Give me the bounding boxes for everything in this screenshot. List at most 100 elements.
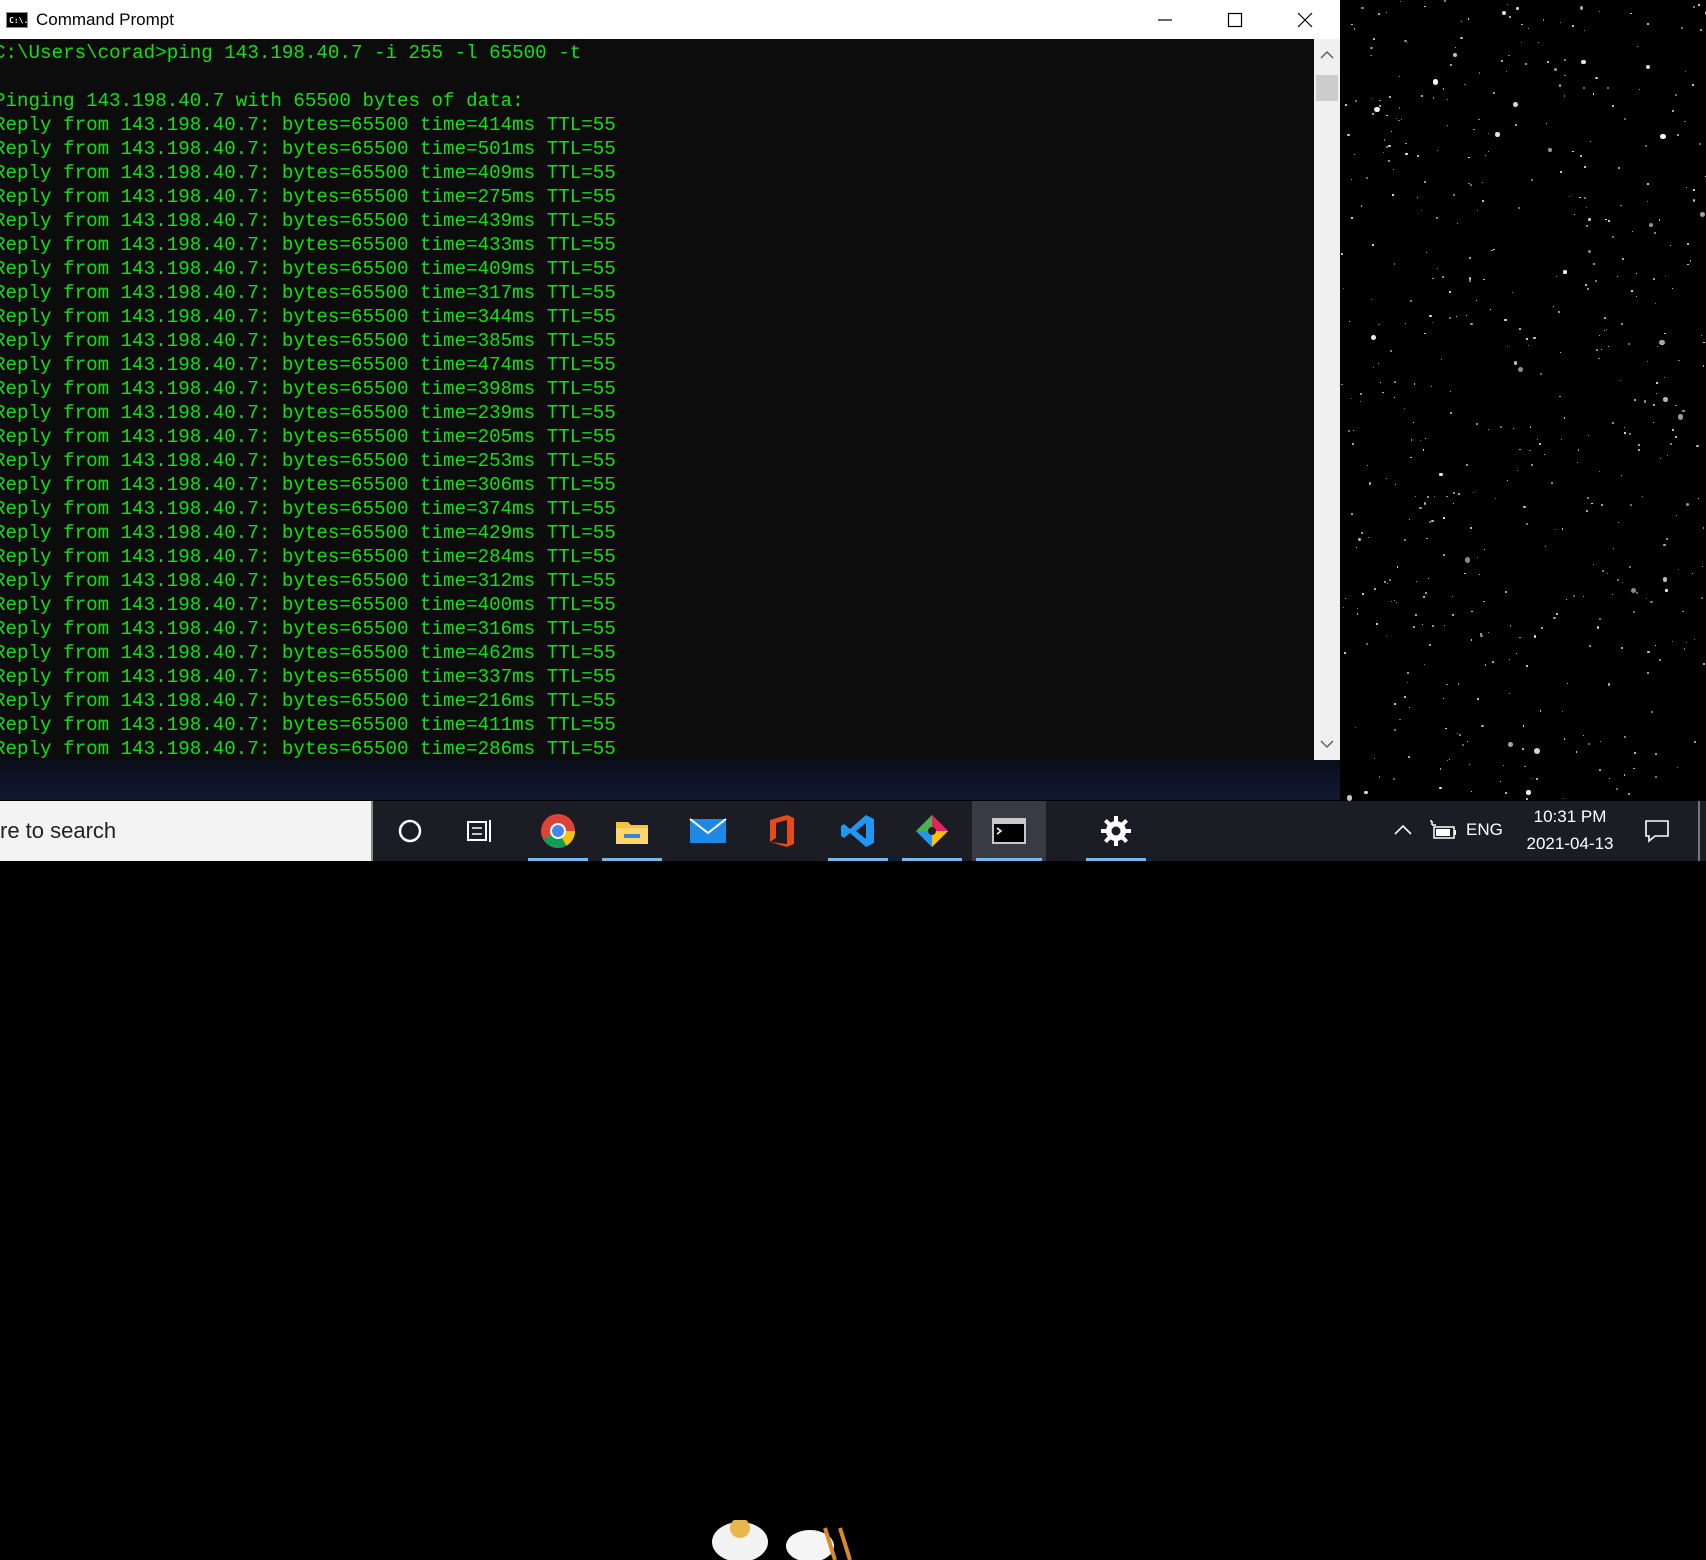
star (1571, 24, 1574, 27)
star (1512, 292, 1514, 294)
star (1676, 134, 1679, 136)
star (1623, 118, 1626, 121)
star (1598, 334, 1601, 337)
star (1484, 664, 1487, 666)
star (1413, 422, 1415, 423)
taskbar-git[interactable] (898, 801, 966, 861)
command-prompt-window[interactable]: C:\. Command Prompt C:\Users\corad>ping … (0, 0, 1340, 760)
taskbar-office[interactable] (748, 801, 816, 861)
star (1425, 252, 1427, 254)
battery-icon[interactable] (1428, 817, 1458, 845)
star (1371, 298, 1373, 300)
star (1451, 595, 1453, 597)
star (1606, 329, 1608, 331)
vertical-scrollbar[interactable] (1314, 39, 1340, 760)
star (1616, 579, 1619, 582)
star (1677, 766, 1679, 769)
star (1669, 443, 1672, 446)
star (1541, 627, 1544, 630)
star (1587, 743, 1590, 746)
star (1701, 596, 1704, 599)
star (1429, 644, 1431, 646)
star (1453, 492, 1456, 495)
star (1586, 206, 1588, 208)
star (1579, 6, 1584, 10)
title-bar[interactable]: C:\. Command Prompt (0, 0, 1340, 39)
scroll-up-button[interactable] (1314, 39, 1340, 71)
star (1536, 778, 1538, 780)
clock-date[interactable]: 2021-04-13 (1520, 834, 1620, 854)
star (1448, 316, 1451, 319)
star (1582, 596, 1584, 598)
taskbar-settings[interactable] (1082, 801, 1150, 861)
star (1546, 123, 1548, 125)
taskbar-file-explorer[interactable] (598, 801, 666, 861)
taskbar-search-box[interactable]: re to search (0, 801, 373, 861)
star (1472, 491, 1475, 494)
scroll-down-button[interactable] (1314, 728, 1340, 760)
star (1342, 287, 1345, 290)
star (1665, 537, 1668, 540)
star (1681, 610, 1684, 613)
task-view-button[interactable] (446, 801, 514, 861)
star (1553, 305, 1555, 307)
star (1566, 682, 1569, 685)
taskbar-mail[interactable] (674, 801, 742, 861)
star (1634, 399, 1636, 402)
star (1469, 256, 1472, 259)
maximize-button[interactable] (1200, 0, 1270, 39)
action-center-button[interactable] (1640, 815, 1674, 847)
show-desktop-button[interactable] (1698, 801, 1700, 861)
cortana-button[interactable] (376, 801, 444, 861)
star (1642, 496, 1644, 498)
console-output[interactable]: C:\Users\corad>ping 143.198.40.7 -i 255 … (0, 39, 1314, 760)
input-language-indicator[interactable]: ENG (1466, 820, 1503, 840)
star (1425, 591, 1428, 595)
star (1569, 195, 1571, 197)
star (1352, 443, 1355, 445)
star (1490, 309, 1491, 311)
star (1659, 339, 1665, 346)
star (1689, 259, 1692, 262)
show-hidden-icons-button[interactable] (1388, 815, 1418, 845)
minimize-button[interactable] (1130, 0, 1200, 39)
settings-gear-icon (1101, 816, 1131, 846)
star (1564, 59, 1567, 62)
taskbar-command-prompt[interactable] (972, 801, 1046, 861)
scroll-thumb[interactable] (1316, 75, 1338, 101)
star (1612, 547, 1614, 549)
star (1424, 5, 1426, 7)
star (1424, 502, 1427, 505)
clock-time[interactable]: 10:31 PM (1532, 807, 1608, 827)
star (1596, 348, 1599, 351)
star (1476, 557, 1478, 559)
star (1521, 23, 1523, 26)
star (1692, 199, 1696, 202)
star (1585, 284, 1587, 286)
star (1487, 151, 1489, 152)
star (1681, 26, 1684, 30)
close-button[interactable] (1270, 0, 1340, 39)
star (1417, 155, 1419, 158)
star (1473, 128, 1475, 131)
star (1563, 95, 1566, 97)
star (1692, 572, 1694, 574)
star (1579, 196, 1581, 199)
star (1509, 15, 1512, 19)
star (1587, 288, 1590, 291)
star (1499, 781, 1501, 782)
star (1425, 437, 1427, 439)
taskbar-chrome[interactable] (524, 801, 592, 861)
star (1482, 181, 1484, 183)
star (1366, 642, 1369, 646)
star (1389, 95, 1392, 98)
star (1379, 382, 1381, 384)
star (1554, 528, 1556, 530)
star (1560, 171, 1562, 174)
taskbar-vscode[interactable] (824, 801, 892, 861)
star (1477, 209, 1479, 211)
minimize-icon (1158, 18, 1172, 21)
star (1702, 527, 1705, 529)
star (1394, 396, 1396, 398)
star (1350, 217, 1353, 220)
